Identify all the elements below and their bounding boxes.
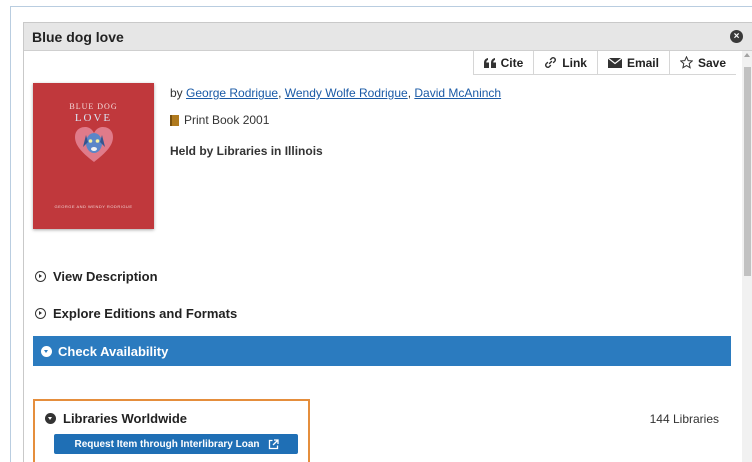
cover-title-line1: BLUE DOG	[69, 102, 118, 111]
view-description-toggle[interactable]: View Description	[35, 269, 158, 284]
scrollbar[interactable]	[742, 51, 752, 462]
link-label: Link	[562, 55, 587, 70]
external-link-icon	[268, 439, 279, 450]
format-line: Print Book 2001	[170, 113, 269, 127]
record-titlebar: Blue dog love ×	[24, 23, 752, 51]
interlibrary-loan-label: Request Item through Interlibrary Loan	[74, 438, 260, 450]
blue-dog-heart-icon	[75, 127, 113, 168]
chevron-down-circle-icon	[45, 413, 56, 424]
link-icon	[544, 56, 557, 69]
libraries-worldwide-toggle[interactable]: Libraries Worldwide	[45, 411, 187, 426]
author-link-3[interactable]: David McAninch	[414, 86, 501, 100]
byline-prefix: by	[170, 86, 187, 100]
cover-authors: GEORGE AND WENDY RODRIGUE	[54, 204, 133, 209]
book-cover-image[interactable]: BLUE DOG LOVE GEORGE AND WENDY RODRIGUE	[33, 83, 154, 229]
save-label: Save	[697, 55, 726, 70]
check-availability-label: Check Availability	[58, 344, 169, 359]
scroll-up-arrow-icon[interactable]	[744, 53, 750, 57]
explore-editions-label: Explore Editions and Formats	[53, 306, 238, 321]
save-button[interactable]: Save	[668, 51, 736, 75]
held-by-text: Held by Libraries in Illinois	[170, 144, 323, 158]
record-toolbar: Cite Link Email Save	[472, 51, 736, 75]
chevron-down-circle-icon	[41, 346, 52, 357]
interlibrary-loan-button[interactable]: Request Item through Interlibrary Loan	[54, 434, 298, 454]
cover-title-line2: LOVE	[74, 112, 113, 124]
explore-editions-toggle[interactable]: Explore Editions and Formats	[35, 306, 237, 321]
view-description-label: View Description	[53, 269, 158, 284]
envelope-icon	[607, 57, 622, 68]
record-panel: Blue dog love × Cite Link Email Save BLU…	[23, 22, 752, 462]
author-separator: ,	[278, 86, 285, 100]
cite-button[interactable]: Cite	[472, 51, 534, 75]
email-label: Email	[626, 55, 659, 70]
scroll-thumb[interactable]	[744, 67, 751, 276]
check-availability-bar[interactable]: Check Availability	[33, 336, 731, 366]
play-circle-icon	[35, 271, 46, 282]
cite-label: Cite	[500, 55, 524, 70]
close-icon[interactable]: ×	[730, 30, 743, 43]
book-icon	[170, 114, 179, 126]
author-link-1[interactable]: George Rodrigue	[186, 86, 278, 100]
library-count: 144 Libraries	[649, 412, 719, 426]
record-title: Blue dog love	[32, 29, 124, 45]
play-circle-icon	[35, 308, 46, 319]
libraries-worldwide-label: Libraries Worldwide	[63, 411, 188, 426]
link-button[interactable]: Link	[533, 51, 597, 75]
quote-icon	[483, 57, 496, 68]
format-text: Print Book 2001	[184, 113, 270, 127]
check-availability-header: Check Availability	[41, 344, 168, 359]
email-button[interactable]: Email	[596, 51, 669, 75]
star-icon	[679, 56, 693, 69]
byline: by George Rodrigue, Wendy Wolfe Rodrigue…	[170, 86, 501, 100]
author-link-2[interactable]: Wendy Wolfe Rodrigue	[285, 86, 408, 100]
libraries-worldwide-highlight: Libraries Worldwide Request Item through…	[33, 399, 310, 462]
